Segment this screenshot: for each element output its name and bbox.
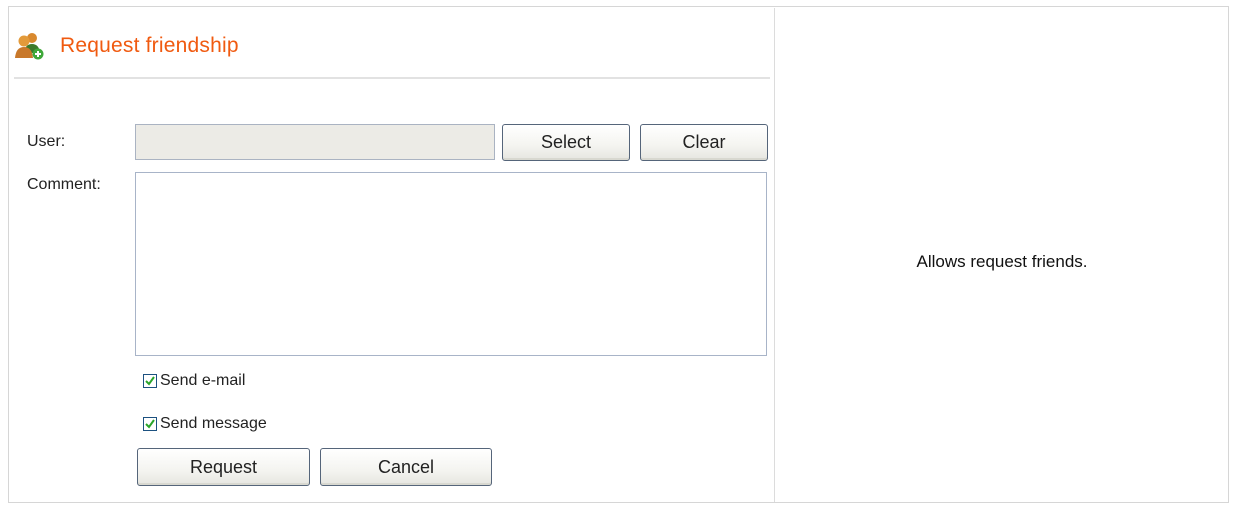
- send-message-checkbox[interactable]: [143, 417, 157, 431]
- page-title: Request friendship: [60, 34, 239, 57]
- user-field[interactable]: [135, 124, 495, 160]
- send-email-option[interactable]: Send e-mail: [143, 372, 245, 390]
- send-email-label: Send e-mail: [160, 372, 246, 389]
- clear-button[interactable]: Clear: [640, 124, 768, 161]
- send-message-option[interactable]: Send message: [143, 415, 267, 433]
- user-label: User:: [27, 133, 66, 150]
- checkmark-icon: [145, 419, 155, 429]
- page-header: Request friendship: [14, 26, 239, 66]
- comment-label: Comment:: [27, 176, 101, 193]
- send-email-checkbox[interactable]: [143, 374, 157, 388]
- comment-textarea[interactable]: [135, 172, 767, 356]
- users-add-icon: [15, 33, 44, 60]
- header-divider: [14, 77, 770, 79]
- cancel-button[interactable]: Cancel: [320, 448, 492, 486]
- checkmark-icon: [145, 376, 155, 386]
- select-button[interactable]: Select: [502, 124, 630, 161]
- webpart-description: Allows request friends.: [916, 252, 1088, 271]
- send-message-label: Send message: [160, 415, 267, 432]
- request-button[interactable]: Request: [137, 448, 310, 486]
